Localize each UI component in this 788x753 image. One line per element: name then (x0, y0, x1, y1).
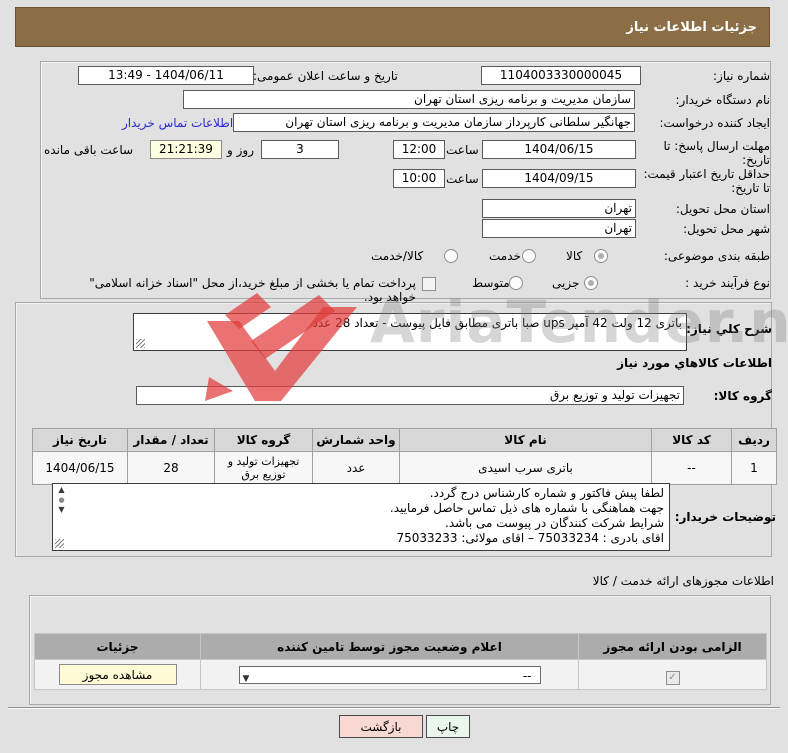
reply-deadline-date-field[interactable]: 1404/06/15 (482, 140, 636, 159)
delivery-province-label: استان محل تحویل: (675, 202, 770, 216)
col-details: جزئیات (34, 633, 201, 660)
radio-service-label: خدمت (489, 249, 521, 263)
buyer-notes-textarea[interactable]: لطفا پیش فاکتور و شماره کارشناس درج گردد… (52, 483, 670, 551)
radio-goods-label: کالا (566, 249, 583, 263)
radio-goods[interactable] (594, 249, 608, 263)
days-remaining-field[interactable]: 3 (261, 140, 339, 159)
need-number-field[interactable]: 1104003330000045 (481, 66, 641, 85)
cell-group: تجهیزات تولید و توزیع برق (214, 451, 313, 485)
resize-handle-icon[interactable] (55, 539, 64, 548)
radio-goods-service[interactable] (444, 249, 458, 263)
subject-class-label: طبقه بندی موضوعی: (663, 249, 770, 263)
cell-need-date: 1404/06/15 (32, 451, 128, 485)
license-status-value: -- (522, 668, 532, 683)
scroll-down-icon[interactable]: ▼ (54, 505, 69, 515)
announce-datetime-field[interactable]: 1404/06/11 - 13:49 (78, 66, 254, 85)
buyer-contact-link[interactable]: اطلاعات تماس خریدار (122, 116, 233, 130)
reply-deadline-label: مهلت ارسال پاسخ: تا تاریخ: (663, 139, 770, 167)
permits-section-title: اطلاعات مجوزهای ارائه خدمت / کالا (592, 574, 774, 588)
view-license-button[interactable]: مشاهده مجوز (58, 664, 177, 685)
footer-divider (8, 707, 780, 709)
resize-handle-icon[interactable] (136, 339, 145, 348)
radio-minor[interactable] (584, 276, 598, 290)
buyer-note-line: جهت هماهنگی با شماره های ذیل تماس حاصل ف… (389, 501, 664, 515)
goods-table-row: 1 -- باتری سرب اسیدی عدد تجهیزات تولید و… (32, 451, 777, 485)
need-description-textarea[interactable]: باتری 12 ولت 42 آمپر ups صبا باتری مطابق… (133, 313, 687, 351)
permits-row: ✓ -- ▼ مشاهده مجوز (34, 659, 767, 690)
price-validity-date-field[interactable]: 1404/09/15 (482, 169, 636, 188)
goods-section-title: اطلاعات کالاهاي مورد نیاز (617, 356, 772, 370)
cell-license-status: -- ▼ (200, 659, 579, 690)
delivery-province-field[interactable]: تهران (482, 199, 636, 218)
cell-item-code: -- (651, 451, 732, 485)
radio-service[interactable] (522, 249, 536, 263)
cell-item-name: باتری سرب اسیدی (399, 451, 652, 485)
checked-checkbox-icon[interactable]: ✓ (665, 670, 680, 685)
request-creator-label: ایجاد کننده درخواست: (659, 116, 770, 130)
permits-table: الزامی بودن ارائه مجوز اعلام وضعیت مجوز … (34, 633, 767, 690)
cell-details: مشاهده مجوز (34, 659, 201, 690)
radio-medium[interactable] (509, 276, 523, 290)
days-and-label: روز و (227, 143, 254, 157)
goods-group-label: گروه کالا: (713, 389, 772, 403)
need-number-label: شماره نیاز: (713, 69, 770, 83)
col-unit: واحد شمارش (312, 428, 400, 452)
buyer-note-line: شرایط شرکت کنندگان در پیوست می باشد. (445, 516, 664, 530)
reply-deadline-time-field[interactable]: 12:00 (393, 140, 445, 159)
col-license-status: اعلام وضعیت مجوز توسط تامین کننده (200, 633, 579, 660)
announce-datetime-label: تاریخ و ساعت اعلان عمومی: (253, 69, 398, 83)
col-item-code: کد کالا (651, 428, 732, 452)
goods-group-field[interactable]: تجهیزات تولید و توزیع برق (136, 386, 684, 405)
permits-header-row: الزامی بودن ارائه مجوز اعلام وضعیت مجوز … (34, 633, 767, 660)
cell-quantity: 28 (127, 451, 215, 485)
col-need-date: تاریخ نیاز (32, 428, 128, 452)
goods-table: ردیف کد کالا نام کالا واحد شمارش گروه کا… (32, 428, 777, 485)
page-title: جزئیات اطلاعات نیاز (15, 7, 770, 47)
radio-minor-label: جزیی (552, 276, 580, 290)
need-description-label: شرح کلي نیاز: (686, 322, 772, 336)
treasury-checkbox[interactable] (422, 277, 436, 291)
treasury-note: پرداخت تمام یا بخشی از مبلغ خرید،از محل … (89, 276, 416, 304)
scroll-thumb[interactable]: ● (54, 495, 69, 505)
col-group: گروه کالا (214, 428, 313, 452)
validity-hour-label: ساعت (446, 172, 479, 186)
radio-goods-service-label: کالا/خدمت (371, 249, 424, 263)
notes-scrollbar[interactable]: ▲ ● ▼ (54, 485, 69, 514)
time-remaining-label: ساعت باقی مانده (44, 143, 134, 157)
need-details-page: جزئیات اطلاعات نیاز شماره نیاز: 11040033… (0, 0, 788, 753)
purchase-type-label: نوع فرآیند خرید : (685, 276, 770, 290)
buyer-note-line: لطفا پیش فاکتور و شماره کارشناس درج گردد… (429, 486, 664, 500)
time-remaining-field[interactable]: 21:21:39 (150, 140, 222, 159)
deadline-hour-label: ساعت (446, 143, 479, 157)
buyer-notes-label: توضیحات خریدار: (674, 510, 776, 524)
col-item-name: نام کالا (399, 428, 652, 452)
delivery-city-label: شهر محل تحویل: (683, 222, 770, 236)
request-creator-field[interactable]: جهانگیر سلطانی کارپرداز سازمان مدیریت و … (233, 113, 635, 132)
buyer-org-label: نام دستگاه خریدار: (675, 93, 771, 107)
need-description-text: باتری 12 ولت 42 آمپر ups صبا باتری مطابق… (312, 316, 682, 330)
col-row-number: ردیف (731, 428, 777, 452)
license-status-select[interactable]: -- ▼ (238, 665, 541, 684)
cell-unit: عدد (312, 451, 400, 485)
buyer-note-line: اقای بادری : 75033234 – اقای مولائی: 750… (396, 531, 664, 545)
scroll-up-icon[interactable]: ▲ (54, 485, 69, 495)
price-validity-label: حداقل تاریخ اعتبار قیمت: تا تاریخ: (643, 167, 770, 195)
col-quantity: تعداد / مقدار (127, 428, 215, 452)
cell-license-required: ✓ (578, 659, 767, 690)
back-button[interactable]: بازگشت (339, 715, 423, 738)
print-button[interactable]: چاپ (426, 715, 470, 738)
buyer-org-field[interactable]: سازمان مدیریت و برنامه ریزی استان تهران (183, 90, 635, 109)
goods-table-header-row: ردیف کد کالا نام کالا واحد شمارش گروه کا… (32, 428, 777, 452)
chevron-down-icon: ▼ (242, 673, 250, 684)
col-license-required: الزامی بودن ارائه مجوز (578, 633, 767, 660)
radio-medium-label: متوسط (472, 276, 510, 290)
delivery-city-field[interactable]: تهران (482, 219, 636, 238)
price-validity-time-field[interactable]: 10:00 (393, 169, 445, 188)
cell-row-number: 1 (731, 451, 777, 485)
